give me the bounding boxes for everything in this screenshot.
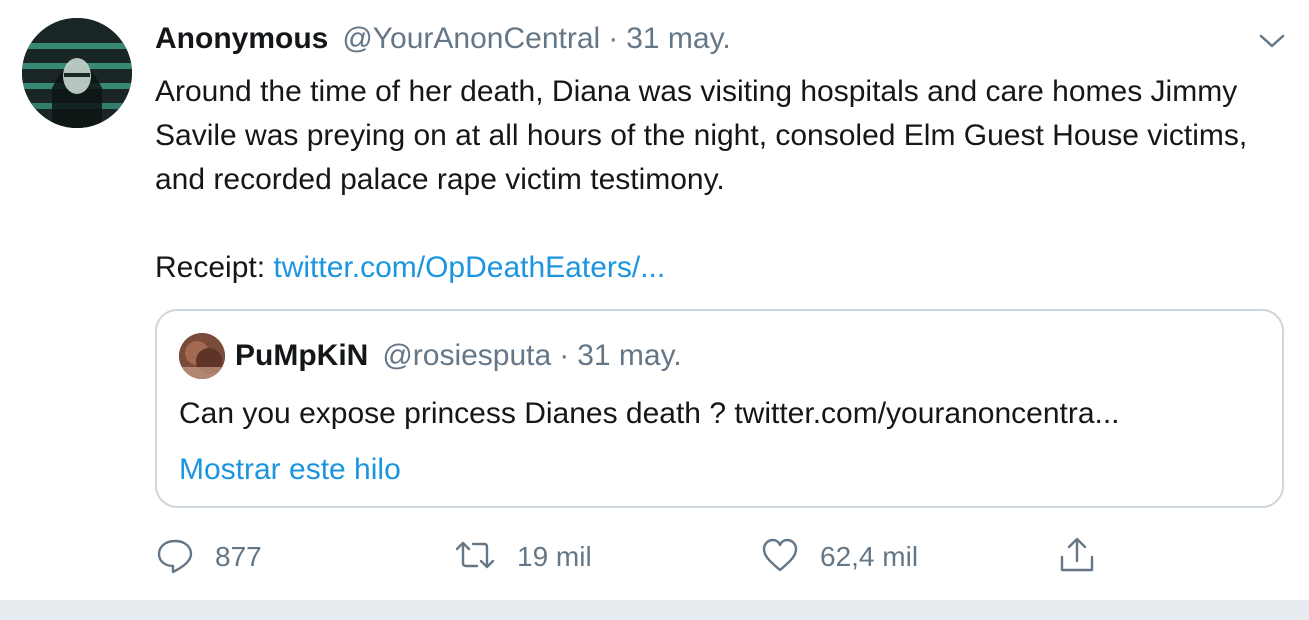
action-bar: 877 19 mil 62,4 mil [155,532,1285,582]
share-icon [1057,535,1097,580]
author-handle[interactable]: @YourAnonCentral [342,22,600,56]
tweet-header: Anonymous @YourAnonCentral · 31 may. [155,22,731,62]
share-button[interactable] [1057,532,1097,582]
retweet-icon [453,535,497,580]
quoted-text: Can you expose princess Dianes death ? t… [179,397,1120,430]
show-thread-link[interactable]: Mostrar este hilo [179,453,401,487]
tweet-date[interactable]: 31 may. [626,22,731,56]
quoted-separator: · [559,339,570,372]
quoted-header: PuMpKiN @rosiesputa · 31 may. [235,339,682,373]
chevron-down-icon[interactable] [1255,26,1289,56]
tweet-text: Around the time of her death, Diana was … [155,70,1275,290]
avatar[interactable] [22,18,132,128]
feed-divider [0,600,1309,620]
author-name[interactable]: Anonymous [155,22,328,56]
reply-count: 877 [215,541,262,572]
separator: · [608,22,619,55]
avatar-image [22,18,132,128]
like-button[interactable]: 62,4 mil [760,532,918,582]
tweet-body: Around the time of her death, Diana was … [155,75,1248,196]
tweet-card[interactable]: Anonymous @YourAnonCentral · 31 may. Aro… [0,0,1309,600]
reply-button[interactable]: 877 [155,532,262,582]
quoted-tweet[interactable]: PuMpKiN @rosiesputa · 31 may. Can you ex… [155,309,1284,508]
receipt-line: Receipt: twitter.com/OpDeathEaters/... [155,246,1275,290]
receipt-label: Receipt: [155,251,274,284]
quoted-avatar[interactable] [179,333,225,379]
quoted-avatar-image [179,333,225,379]
receipt-link[interactable]: twitter.com/OpDeathEaters/... [273,251,665,284]
like-icon [760,535,800,580]
retweet-count: 19 mil [517,541,592,572]
like-count: 62,4 mil [820,541,919,572]
quoted-author-name: PuMpKiN [235,339,369,372]
quoted-author-handle: @rosiesputa [382,339,552,372]
reply-icon [155,535,195,580]
quoted-date: 31 may. [577,339,682,372]
retweet-button[interactable]: 19 mil [453,532,592,582]
